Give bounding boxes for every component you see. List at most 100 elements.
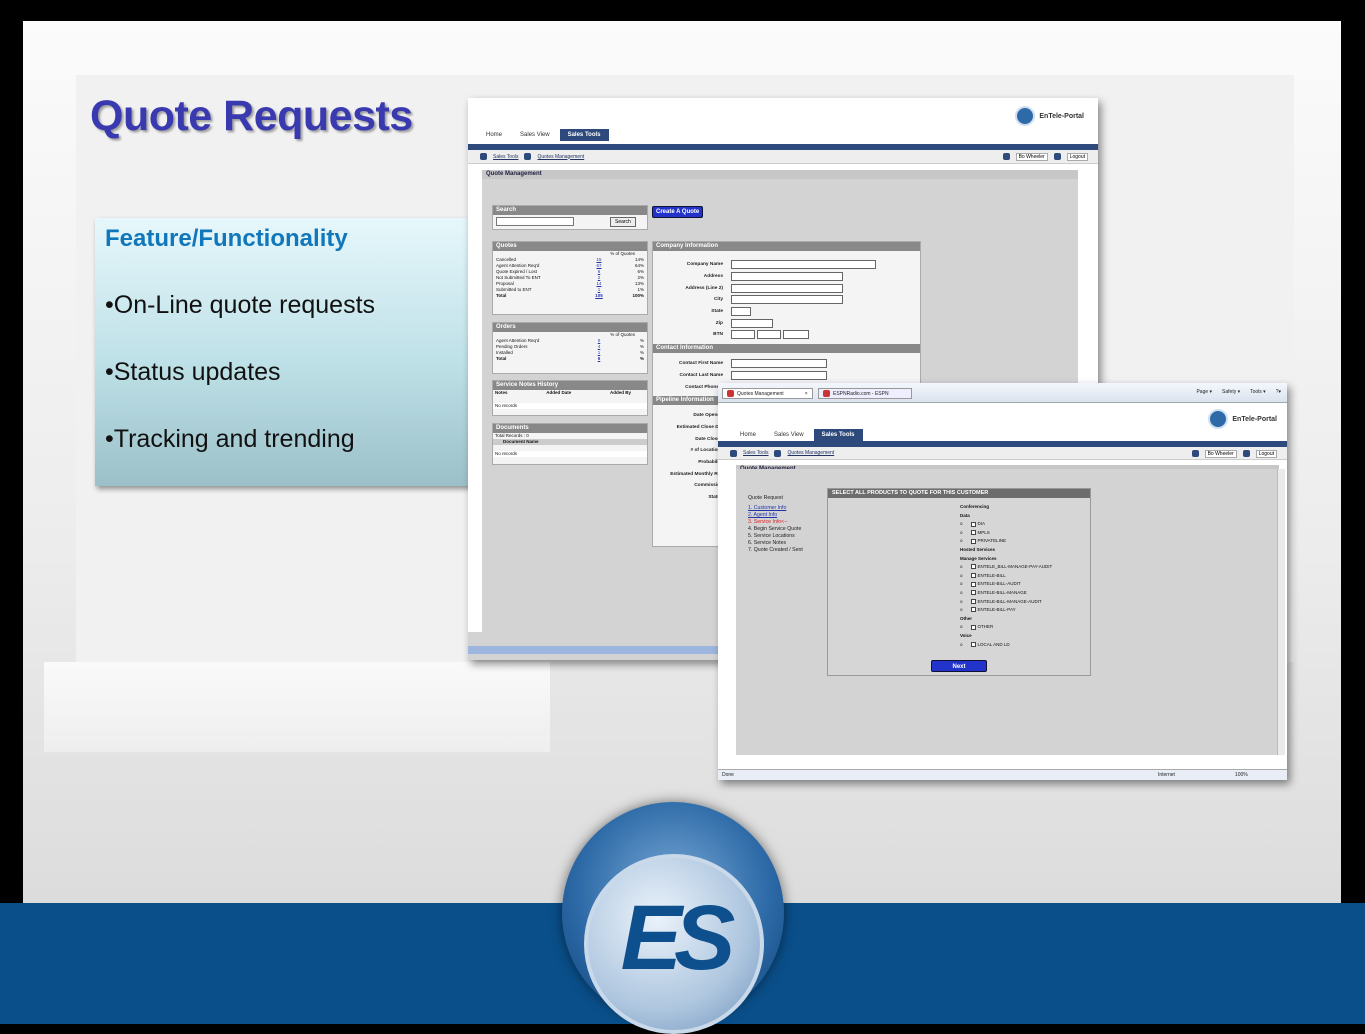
breadcrumb-quotes-management[interactable]: Quotes Management — [787, 450, 834, 456]
search-panel: Search Search — [492, 205, 648, 230]
product-checkbox[interactable] — [970, 641, 976, 647]
tab-home[interactable]: Home — [732, 429, 765, 441]
scrollbar[interactable] — [1277, 469, 1285, 755]
logout-link[interactable]: Logout — [1066, 153, 1088, 161]
zoom-level[interactable]: 100% — [1235, 772, 1248, 778]
field-input[interactable] — [731, 295, 843, 305]
breadcrumb: Sales Tools Quotes Management Bo Wheeler… — [468, 150, 1098, 164]
tab-sales-tools[interactable]: Sales Tools — [559, 129, 609, 141]
portal-screenshot-quote: Quotes Management × ESPNRadio.com - ESPN… — [718, 383, 1287, 780]
product-label: ENTELE-BILL-MANAGE — [977, 589, 1027, 595]
products-title: SELECT ALL PRODUCTS TO QUOTE FOR THIS CU… — [828, 489, 1090, 498]
portal-tabs: Home Sales View Sales Tools — [732, 429, 863, 441]
logout-link[interactable]: Logout — [1255, 450, 1277, 458]
user-name[interactable]: Bo Wheeler — [1015, 153, 1048, 161]
radio-bullet: o — [960, 581, 963, 587]
quote-step[interactable]: 2. Agent Info — [748, 512, 803, 519]
product-checkbox[interactable] — [970, 598, 976, 604]
field-input[interactable] — [731, 318, 773, 328]
product-option: o PRIVATELINE — [960, 537, 1052, 546]
product-checkbox[interactable] — [970, 530, 976, 536]
field-input[interactable] — [731, 307, 751, 317]
radio-bullet: o — [960, 624, 963, 630]
close-icon[interactable]: × — [805, 391, 808, 397]
product-checkbox[interactable] — [970, 521, 976, 527]
status-text: Done — [722, 772, 734, 778]
orders-panel: Orders % of Quotes Agent Attention Req'd… — [492, 322, 648, 374]
product-checkbox[interactable] — [970, 538, 976, 544]
field-input[interactable] — [731, 272, 843, 282]
product-option: o ENTELE-BILL-MANAGE — [960, 589, 1052, 598]
no-records: No records — [493, 451, 647, 457]
page-menu[interactable]: Page ▾ — [1196, 389, 1212, 395]
portal-logo: EnTele-Portal — [1015, 106, 1084, 126]
products-list: Conferencing Data o DIA o MPLS o PRIVATELINE Hos… — [960, 503, 1052, 649]
btn-input[interactable] — [731, 330, 755, 340]
quotes-panel: Quotes % of Quotes Cancelled 15 14% Agent A… — [492, 241, 648, 315]
field-input[interactable] — [731, 370, 827, 380]
product-option: o ENTELE-BILL-MANAGE-AUDIT — [960, 598, 1052, 607]
product-checkbox[interactable] — [970, 581, 976, 587]
browser-tab-espn[interactable]: ESPNRadio.com - ESPN — [818, 388, 912, 399]
quote-step[interactable]: 1. Customer Info — [748, 505, 803, 512]
contact-info-title: Contact Information — [653, 343, 920, 353]
breadcrumb-sales-tools[interactable]: Sales Tools — [743, 450, 768, 456]
quote-step: 4. Begin Service Quote — [748, 526, 802, 532]
product-checkbox[interactable] — [970, 607, 976, 613]
service-notes-panel: Service Notes History Notes Added Date A… — [492, 380, 648, 416]
field-label: Address — [703, 274, 723, 280]
product-checkbox[interactable] — [970, 564, 976, 570]
product-label: OTHER — [977, 624, 994, 630]
row-count-link[interactable]: 105 — [584, 293, 614, 299]
btn-input[interactable] — [783, 330, 809, 340]
help-menu[interactable]: ?▾ — [1276, 389, 1281, 395]
documents-title: Documents — [493, 424, 647, 433]
breadcrumb-sales-tools[interactable]: Sales Tools — [493, 154, 518, 160]
search-button[interactable]: Search — [610, 217, 636, 227]
sales-tools-icon — [730, 449, 737, 457]
feature-item: •On-Line quote requests — [105, 291, 376, 319]
radio-bullet: o — [960, 607, 963, 613]
user-icon — [1191, 450, 1199, 457]
browser-tab-label: ESPNRadio.com - ESPN — [833, 390, 889, 397]
browser-tab-quotes[interactable]: Quotes Management × — [722, 388, 813, 399]
tab-home[interactable]: Home — [478, 129, 511, 141]
product-option: o ENTELE-BILL-PAY — [960, 606, 1052, 615]
tab-sales-view[interactable]: Sales View — [766, 429, 812, 441]
safety-menu[interactable]: Safety ▾ — [1222, 389, 1240, 395]
create-quote-button[interactable]: Create A Quote — [652, 206, 704, 218]
user-name[interactable]: Bo Wheeler — [1204, 450, 1237, 458]
field-input[interactable] — [731, 283, 843, 293]
field-label: Address (Line 2) — [685, 285, 723, 291]
form-row: State — [653, 306, 920, 318]
entele-logo-icon — [1208, 409, 1229, 429]
product-checkbox[interactable] — [970, 573, 976, 579]
form-row: Company Name — [653, 259, 920, 271]
company-fields: Company Name Address Address (Line 2) City S… — [653, 251, 920, 341]
product-option: o DIA — [960, 520, 1052, 529]
steps-list: 1. Customer Info 2. Agent Info 3. Service … — [748, 505, 803, 554]
logout-icon — [1242, 450, 1250, 457]
search-input[interactable] — [496, 217, 574, 226]
breadcrumb-quotes-management[interactable]: Quotes Management — [537, 154, 584, 160]
field-input[interactable] — [731, 359, 827, 369]
table-row: Total 105 100% — [493, 293, 647, 299]
product-checkbox[interactable] — [970, 590, 976, 596]
document-name-col: Document Name — [493, 439, 647, 445]
field-label: State — [711, 309, 723, 315]
orders-rows: Agent Attention Req'd 0% Pending Orders 4% I… — [493, 338, 647, 362]
tools-menu[interactable]: Tools ▾ — [1250, 389, 1266, 395]
tab-sales-view[interactable]: Sales View — [512, 129, 558, 141]
product-checkbox[interactable] — [970, 624, 976, 630]
btn-input[interactable] — [757, 330, 781, 340]
no-records: No records — [493, 403, 647, 409]
radio-bullet: o — [960, 572, 963, 578]
row-count-link[interactable]: 5 — [584, 356, 614, 362]
product-group-label: Hosted Services — [960, 546, 996, 552]
quote-step: 3. Service Info<-- — [748, 519, 788, 525]
tab-sales-tools[interactable]: Sales Tools — [813, 429, 863, 441]
product-label: ENTELE_BILL-MANAGE-PAY-AUDIT — [977, 564, 1053, 570]
field-input[interactable] — [731, 260, 876, 270]
company-info-title: Company Information — [653, 242, 920, 251]
next-button[interactable]: Next — [931, 660, 987, 672]
